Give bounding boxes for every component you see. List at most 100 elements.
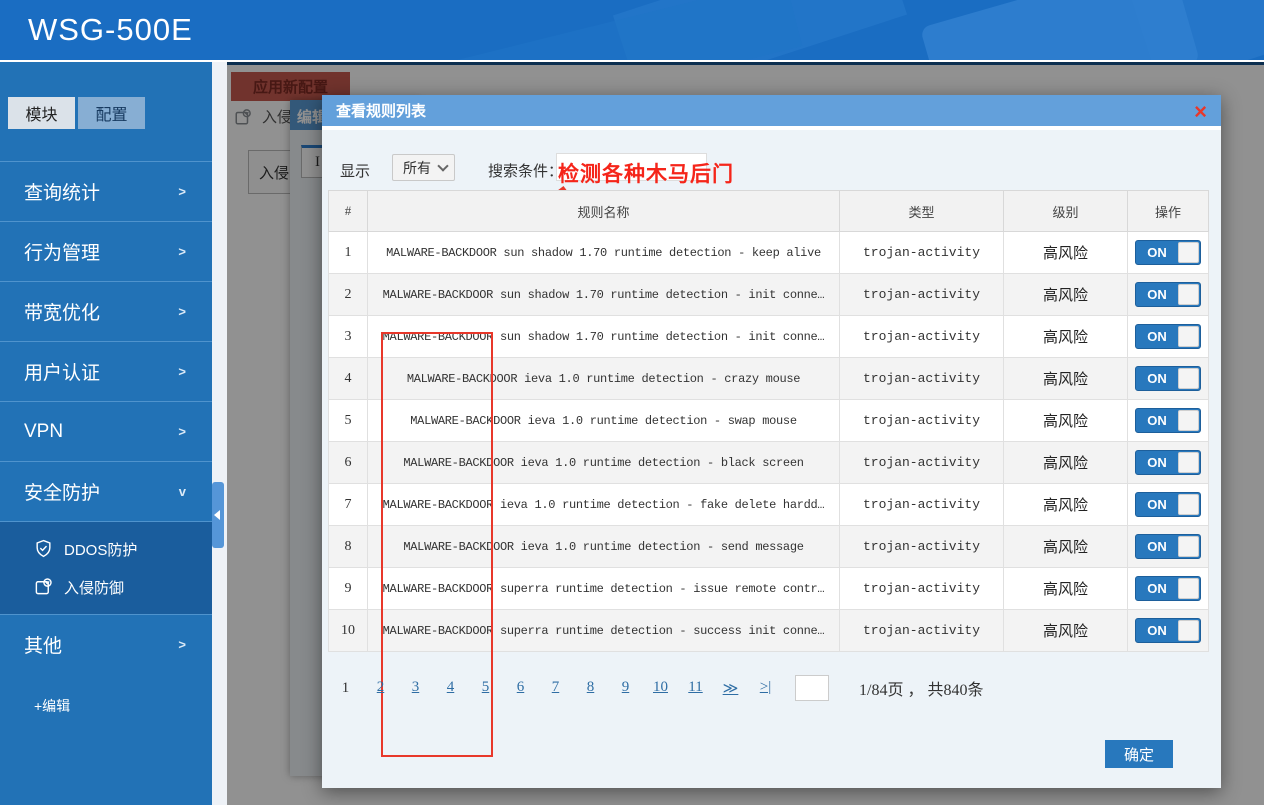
rule-enabled-toggle[interactable]: ON [1135,450,1201,475]
display-label: 显示 [340,164,371,180]
sidebar-tabs: 模块 配置 [0,62,212,129]
rule-type: trojan-activity [839,273,1004,316]
toggle-knob [1178,620,1199,641]
pagination-page-link[interactable]: 4 [433,679,468,698]
rule-name: MALWARE-BACKDOOR superra runtime detecti… [367,609,840,652]
rule-type: trojan-activity [839,315,1004,358]
table-row: 1 MALWARE-BACKDOOR sun shadow 1.70 runtim… [328,231,1209,274]
rule-index: 7 [328,483,368,526]
rule-action-cell: ON [1127,525,1209,568]
table-row: 8 MALWARE-BACKDOOR ieva 1.0 runtime detec… [328,525,1209,568]
confirm-button[interactable]: 确定 [1105,740,1173,768]
sidebar-item-ddos[interactable]: DDOS防护 [0,530,212,568]
toggle-knob [1178,494,1199,515]
pagination: 1 2 3 4 5 6 7 8 9 10 11 ≫ >| 1/84页 ， 共840条 [328,673,1208,703]
rule-level: 高风险 [1003,525,1128,568]
rule-action-cell: ON [1127,357,1209,400]
rule-type: trojan-activity [839,609,1004,652]
rule-enabled-toggle[interactable]: ON [1135,240,1201,265]
sidebar-item-security[interactable]: 安全防护 v [0,461,212,521]
toggle-on-label: ON [1147,539,1167,554]
rule-name: MALWARE-BACKDOOR ieva 1.0 runtime detect… [367,441,840,484]
pagination-next-set-link[interactable]: ≫ [713,679,748,698]
pagination-page-link[interactable]: 6 [503,679,538,698]
search-label: 搜索条件： [488,164,564,180]
rule-action-cell: ON [1127,399,1209,442]
nav-label: 安全防护 [24,483,101,504]
rule-enabled-toggle[interactable]: ON [1135,366,1201,391]
toggle-on-label: ON [1147,245,1167,260]
rule-index: 3 [328,315,368,358]
pagination-last-page-link[interactable]: >| [748,679,783,698]
rule-type: trojan-activity [839,567,1004,610]
tab-config[interactable]: 配置 [78,97,145,129]
pagination-info: 1/84页 ， 共840条 [859,682,984,699]
rule-level: 高风险 [1003,357,1128,400]
pagination-page-link[interactable]: 3 [398,679,433,698]
toggle-on-label: ON [1147,329,1167,344]
filter-dropdown[interactable]: 所有 [392,154,455,181]
sidebar-item-ips[interactable]: 入侵防御 [0,568,212,606]
chevron-right-icon: > [178,244,186,259]
table-row: 2 MALWARE-BACKDOOR sun shadow 1.70 runtim… [328,273,1209,316]
rule-name: MALWARE-BACKDOOR superra runtime detecti… [367,567,840,610]
tab-modules[interactable]: 模块 [8,97,75,129]
pagination-page-link[interactable]: 9 [608,679,643,698]
badge-check-icon [34,577,54,597]
rules-table-body: 1 MALWARE-BACKDOOR sun shadow 1.70 runtim… [328,231,1209,652]
product-logo: WSG-500E [28,12,193,47]
rule-enabled-toggle[interactable]: ON [1135,492,1201,517]
rule-name: MALWARE-BACKDOOR sun shadow 1.70 runtime… [367,273,840,316]
rule-enabled-toggle[interactable]: ON [1135,324,1201,349]
chevron-right-icon: > [178,304,186,319]
nav-label: 其他 [24,636,63,657]
sidebar-item-other[interactable]: 其他 > [0,614,212,674]
chevron-right-icon: > [178,364,186,379]
pagination-page-link[interactable]: 2 [363,679,398,698]
chevron-right-icon: > [178,637,186,652]
rule-level: 高风险 [1003,441,1128,484]
sidebar-item-behavior[interactable]: 行为管理 > [0,221,212,281]
rule-level: 高风险 [1003,399,1128,442]
sidebar-collapse-handle[interactable] [212,482,224,548]
close-icon[interactable]: × [1194,100,1207,124]
rule-level: 高风险 [1003,273,1128,316]
pagination-page-link[interactable]: 8 [573,679,608,698]
rule-index: 5 [328,399,368,442]
submenu-label: DDOS防护 [64,541,138,559]
pagination-page-link[interactable]: 7 [538,679,573,698]
sidebar-edit-link[interactable]: +编辑 [0,674,212,716]
table-row: 10 MALWARE-BACKDOOR superra runtime detec… [328,609,1209,652]
toggle-on-label: ON [1147,413,1167,428]
pagination-page-link[interactable]: 10 [643,679,678,698]
pagination-page-link[interactable]: 11 [678,679,713,698]
nav-label: VPN [24,420,64,442]
sidebar-item-vpn[interactable]: VPN > [0,401,212,461]
rule-enabled-toggle[interactable]: ON [1135,618,1201,643]
chevron-down-icon: v [178,484,186,499]
rule-type: trojan-activity [839,525,1004,568]
rule-index: 9 [328,567,368,610]
rule-enabled-toggle[interactable]: ON [1135,282,1201,307]
page-jump-input[interactable] [795,675,829,701]
sidebar-item-user-auth[interactable]: 用户认证 > [0,341,212,401]
rule-index: 8 [328,525,368,568]
rules-table: # 规则名称 类型 级别 操作 1 MALWARE-BACKDOOR sun shadow… [328,190,1209,757]
rule-name: MALWARE-BACKDOOR ieva 1.0 runtime detect… [367,399,840,442]
app-root: 应用新配置 入侵 入侵 编辑 I 模块 配置 查询统计 > 行为管理 > 带宽优… [0,0,1264,805]
sidebar-item-query-stats[interactable]: 查询统计 > [0,161,212,221]
rule-level: 高风险 [1003,231,1128,274]
chevron-right-icon: > [178,424,186,439]
rule-name: MALWARE-BACKDOOR ieva 1.0 runtime detect… [367,483,840,526]
sidebar-item-bandwidth[interactable]: 带宽优化 > [0,281,212,341]
rule-enabled-toggle[interactable]: ON [1135,534,1201,559]
pagination-page-link[interactable]: 5 [468,679,503,698]
rule-action-cell: ON [1127,609,1209,652]
app-header: WSG-500E [0,0,1264,62]
search-input[interactable] [556,153,707,181]
toggle-knob [1178,368,1199,389]
security-submenu: DDOS防护 入侵防御 [0,521,212,614]
rule-enabled-toggle[interactable]: ON [1135,576,1201,601]
pagination-links: 2 3 4 5 6 7 8 9 10 11 ≫ >| [363,679,783,698]
rule-enabled-toggle[interactable]: ON [1135,408,1201,433]
